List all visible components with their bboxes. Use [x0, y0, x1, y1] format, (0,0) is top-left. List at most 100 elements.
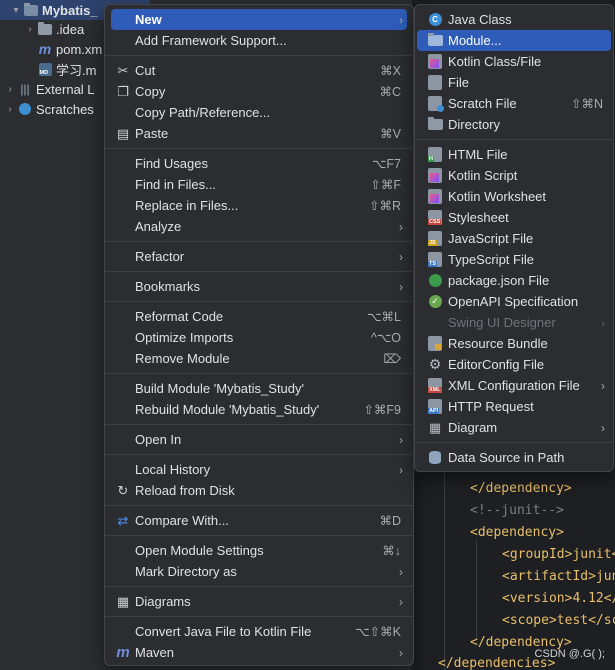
menu-separator — [105, 373, 413, 374]
code-line: <version>4.12</ — [502, 591, 615, 606]
menu-item-open-module-settings[interactable]: Open Module Settings ⌘↓ — [111, 540, 407, 561]
chevron-right-icon[interactable]: › — [4, 104, 16, 115]
submenu-item-kotlin-script[interactable]: Kotlin Script — [417, 165, 611, 186]
menu-item-copy[interactable]: ❐ Copy ⌘C — [111, 81, 407, 102]
folder-icon — [38, 21, 52, 36]
chevron-right-icon: › — [399, 249, 403, 264]
tree-item-scratches[interactable]: › Scratches — [0, 99, 94, 119]
chevron-right-icon: › — [601, 378, 605, 393]
menu-item-reload-from-disk[interactable]: ↻ Reload from Disk — [111, 480, 407, 501]
library-icon: ||| — [20, 82, 30, 96]
tree-item-pom[interactable]: m pom.xm — [0, 39, 102, 59]
module-folder-icon — [427, 33, 443, 49]
scissors-icon: ✂ — [117, 62, 129, 78]
copy-icon: ❐ — [117, 83, 129, 99]
submenu-item-html-file[interactable]: H HTML File — [417, 144, 611, 165]
menu-item-add-framework-support[interactable]: Add Framework Support... — [111, 30, 407, 51]
submenu-item-java-class[interactable]: C Java Class — [417, 9, 611, 30]
api-file-icon: API — [427, 399, 443, 415]
menu-item-find-usages[interactable]: Find Usages ⌥F7 — [111, 153, 407, 174]
menu-separator — [415, 442, 613, 443]
submenu-item-scratch-file[interactable]: Scratch File ⇧⌘N — [417, 93, 611, 114]
indent-guide — [476, 540, 477, 640]
openapi-icon: ✓ — [427, 294, 443, 310]
menu-item-analyze[interactable]: Analyze › — [111, 216, 407, 237]
submenu-item-javascript-file[interactable]: JS JavaScript File — [417, 228, 611, 249]
submenu-item-http-request[interactable]: API HTTP Request — [417, 396, 611, 417]
submenu-item-openapi-specification[interactable]: ✓ OpenAPI Specification — [417, 291, 611, 312]
menu-item-new[interactable]: New › — [111, 9, 407, 30]
submenu-item-typescript-file[interactable]: TS TypeScript File — [417, 249, 611, 270]
tree-item-label: .idea — [56, 21, 85, 37]
chevron-right-icon[interactable]: › — [24, 24, 36, 35]
menu-item-bookmarks[interactable]: Bookmarks › — [111, 276, 407, 297]
menu-item-convert-java-to-kotlin[interactable]: Convert Java File to Kotlin File ⌥⇧⌘K — [111, 621, 407, 642]
chevron-right-icon[interactable]: › — [4, 84, 16, 95]
menu-separator — [105, 241, 413, 242]
watermark: CSDN @.G( ); — [534, 648, 605, 660]
html-file-icon: H — [427, 147, 443, 163]
menu-item-open-in[interactable]: Open In › — [111, 429, 407, 450]
menu-separator — [105, 505, 413, 506]
menu-item-find-in-files[interactable]: Find in Files... ⇧⌘F — [111, 174, 407, 195]
submenu-item-xml-configuration-file[interactable]: XML XML Configuration File › — [417, 375, 611, 396]
submenu-item-file[interactable]: File — [417, 72, 611, 93]
submenu-item-kotlin-class-file[interactable]: Kotlin Class/File — [417, 51, 611, 72]
submenu-item-kotlin-worksheet[interactable]: Kotlin Worksheet — [417, 186, 611, 207]
submenu-item-resource-bundle[interactable]: Resource Bundle — [417, 333, 611, 354]
menu-item-refactor[interactable]: Refactor › — [111, 246, 407, 267]
kotlin-script-icon — [427, 168, 443, 184]
code-line: <dependency> — [470, 525, 564, 540]
menu-item-rebuild-module[interactable]: Rebuild Module 'Mybatis_Study' ⇧⌘F9 — [111, 399, 407, 420]
tree-item-label: Scratches — [36, 101, 94, 117]
submenu-item-stylesheet[interactable]: CSS Stylesheet — [417, 207, 611, 228]
menu-item-optimize-imports[interactable]: Optimize Imports ^⌥O — [111, 327, 407, 348]
menu-item-paste[interactable]: ▤ Paste ⌘V — [111, 123, 407, 144]
menu-item-remove-module[interactable]: Remove Module ⌦ — [111, 348, 407, 369]
menu-item-compare-with[interactable]: ⇄ Compare With... ⌘D — [111, 510, 407, 531]
chevron-right-icon: › — [399, 279, 403, 294]
submenu-item-directory[interactable]: Directory — [417, 114, 611, 135]
chevron-right-icon: › — [399, 645, 403, 660]
javascript-file-icon: JS — [427, 231, 443, 247]
scratches-icon — [18, 102, 32, 116]
tree-item-label: Mybatis_ — [42, 2, 98, 18]
tree-item-label: 学习.m — [56, 62, 97, 78]
menu-item-maven[interactable]: m Maven › — [111, 642, 407, 663]
menu-item-copy-path[interactable]: Copy Path/Reference... — [111, 102, 407, 123]
menu-separator — [105, 271, 413, 272]
submenu-item-swing-ui-designer[interactable]: Swing UI Designer › — [417, 312, 611, 333]
chevron-right-icon: › — [601, 315, 605, 330]
code-line: <artifactId>jun — [502, 569, 615, 584]
markdown-file-icon: MD — [38, 62, 52, 76]
submenu-item-editorconfig-file[interactable]: ⚙ EditorConfig File — [417, 354, 611, 375]
submenu-item-module[interactable]: Module... — [417, 30, 611, 51]
file-icon — [427, 75, 443, 91]
chevron-right-icon: › — [601, 420, 605, 435]
menu-item-build-module[interactable]: Build Module 'Mybatis_Study' — [111, 378, 407, 399]
chevron-right-icon: › — [399, 564, 403, 579]
menu-item-diagrams[interactable]: ▦ Diagrams › — [111, 591, 407, 612]
submenu-item-package-json-file[interactable]: package.json File — [417, 270, 611, 291]
menu-item-mark-directory-as[interactable]: Mark Directory as › — [111, 561, 407, 582]
menu-item-local-history[interactable]: Local History › — [111, 459, 407, 480]
chevron-right-icon: › — [399, 219, 403, 234]
tree-item-label: pom.xm — [56, 41, 103, 57]
diagram-icon: ▦ — [116, 593, 130, 609]
tree-item-idea[interactable]: › .idea — [0, 19, 84, 39]
chevron-right-icon: › — [399, 462, 403, 477]
java-class-icon: C — [427, 12, 443, 28]
clipboard-icon: ▤ — [116, 125, 130, 141]
code-line: <scope>test</sc — [502, 613, 615, 628]
menu-item-cut[interactable]: ✂ Cut ⌘X — [111, 60, 407, 81]
menu-item-reformat-code[interactable]: Reformat Code ⌥⌘L — [111, 306, 407, 327]
chevron-down-icon[interactable]: ▾ — [10, 5, 22, 16]
menu-item-replace-in-files[interactable]: Replace in Files... ⇧⌘R — [111, 195, 407, 216]
code-line: <!--junit--> — [470, 503, 564, 518]
tree-item-external-libraries[interactable]: › ||| External L — [0, 79, 94, 99]
menu-separator — [105, 424, 413, 425]
submenu-item-diagram[interactable]: ▦ Diagram › — [417, 417, 611, 438]
submenu-item-data-source-in-path[interactable]: Data Source in Path — [417, 447, 611, 468]
new-submenu: C Java Class Module... Kotlin Class/File… — [414, 4, 614, 472]
tree-item-markdown[interactable]: MD 学习.m — [0, 59, 96, 79]
